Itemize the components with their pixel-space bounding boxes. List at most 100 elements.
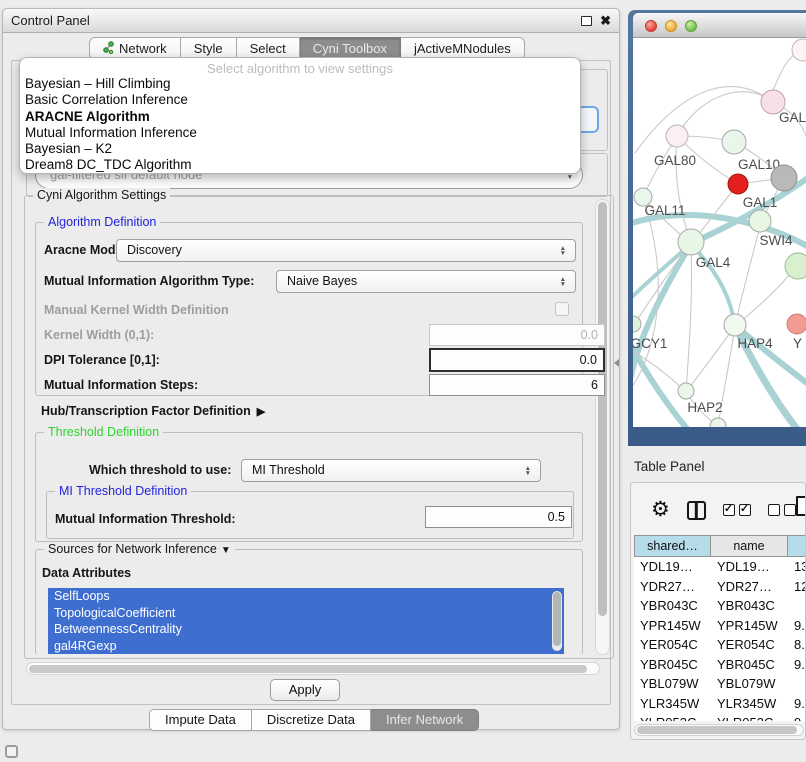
deselect-all-icon[interactable]	[768, 504, 796, 516]
network-edge[interactable]	[686, 326, 735, 392]
table-cell: YBR043C	[711, 596, 788, 616]
attribute-item[interactable]: BetweennessCentrality	[48, 621, 564, 638]
attributes-scroll-thumb[interactable]	[553, 592, 561, 646]
network-edge[interactable]	[735, 326, 806, 386]
settings-scroll-thumb[interactable]	[598, 202, 607, 616]
bottom-tab-impute-data[interactable]: Impute Data	[149, 709, 252, 731]
sources-title-text: Sources for Network Inference	[48, 542, 217, 556]
select-all-icon[interactable]	[723, 504, 751, 516]
network-edge[interactable]	[686, 244, 692, 392]
settings-horizontal-scrollbar[interactable]	[26, 662, 600, 675]
network-node[interactable]	[785, 253, 806, 279]
manual-kernel-checkbox[interactable]	[555, 302, 569, 316]
popup-item[interactable]: Mutual Information Inference	[20, 125, 580, 141]
table-row[interactable]: YDR27…YDR27…12	[634, 577, 806, 597]
network-edge[interactable]	[735, 222, 761, 326]
settings-vertical-scrollbar[interactable]	[595, 199, 610, 655]
tab-label: Network	[119, 41, 167, 56]
attribute-item[interactable]: SelfLoops	[48, 588, 564, 605]
bottom-tab-infer-network[interactable]: Infer Network	[371, 709, 479, 731]
popup-item[interactable]: Bayesian – Hill Climbing	[20, 76, 580, 92]
table-cell: YLR053C	[634, 713, 711, 721]
network-node[interactable]	[787, 314, 806, 334]
network-node[interactable]	[678, 229, 704, 255]
table-row[interactable]: YLR345WYLR345W9.	[634, 694, 806, 714]
algorithm-popup: Select algorithm to view settings Bayesi…	[19, 57, 581, 174]
node-table: shared…nameA	[634, 535, 806, 557]
table-cell: 9.	[788, 655, 806, 675]
table-column-header[interactable]: name	[711, 535, 788, 557]
network-view-window: GAL2GAL80GAL10GAL1GAL11SWI4GAL4GCY1HAP4Y…	[628, 10, 806, 446]
network-node[interactable]	[724, 314, 746, 336]
mi-threshold-field[interactable]: 0.5	[425, 506, 572, 528]
bottom-tabbar: Impute DataDiscretize DataInfer Network	[149, 709, 479, 731]
table-row[interactable]: YBR045CYBR045C9.	[634, 655, 806, 675]
panel-splitter-handle[interactable]	[614, 359, 619, 367]
network-node[interactable]	[771, 165, 797, 191]
aracne-mode-label: Aracne Mode:	[44, 243, 127, 257]
combo-spinner-icon: ▲▼	[525, 466, 531, 476]
popup-item[interactable]: ARACNE Algorithm	[20, 109, 580, 125]
collapsed-panel-icon[interactable]	[5, 745, 18, 758]
attribute-item[interactable]: gal4RGexp	[48, 638, 564, 655]
popup-item[interactable]: Basic Correlation Inference	[20, 92, 580, 108]
new-table-icon[interactable]	[796, 496, 806, 516]
mi-algorithm-type-combo[interactable]: Naive Bayes ▲▼	[276, 270, 576, 293]
minimize-traffic-icon[interactable]	[665, 20, 677, 32]
table-row[interactable]: YBR043CYBR043C	[634, 596, 806, 616]
algorithm-definition-title: Algorithm Definition	[44, 215, 160, 229]
network-edge[interactable]	[635, 87, 773, 153]
table-row[interactable]: YPR145WYPR145W9.	[634, 616, 806, 636]
table-panel: ⚙ shared…nameA YDL19…YDL19…13YDR27…YDR27…	[630, 482, 806, 740]
algorithm-popup-placeholder: Select algorithm to view settings	[20, 61, 580, 76]
zoom-traffic-icon[interactable]	[685, 20, 697, 32]
float-panel-icon[interactable]	[581, 16, 592, 26]
settings-hscroll-thumb[interactable]	[29, 665, 587, 673]
network-node[interactable]	[749, 210, 771, 232]
attribute-item[interactable]: TopologicalCoefficient	[48, 605, 564, 622]
table-cell: YLR345W	[634, 694, 711, 714]
network-node[interactable]	[678, 383, 694, 399]
aracne-mode-combo[interactable]: Discovery ▲▼	[116, 239, 576, 262]
table-cell: YDR27…	[634, 577, 711, 597]
bottom-tab-discretize-data[interactable]: Discretize Data	[252, 709, 371, 731]
hub-definition-toggle[interactable]: Hub/Transcription Factor Definition▶	[41, 404, 265, 418]
close-traffic-icon[interactable]	[645, 20, 657, 32]
network-node[interactable]	[722, 130, 746, 154]
network-node[interactable]	[666, 125, 688, 147]
close-panel-icon[interactable]: ✖	[600, 12, 611, 30]
popup-item[interactable]: Dream8 DC_TDC Algorithm	[20, 157, 580, 173]
network-edge[interactable]	[735, 266, 797, 326]
table-toolbar: ⚙	[651, 497, 796, 523]
kernel-width-field[interactable]: 0.0	[429, 324, 605, 346]
network-node[interactable]	[710, 418, 726, 427]
which-threshold-combo[interactable]: MI Threshold ▲▼	[241, 459, 541, 482]
network-canvas[interactable]: GAL2GAL80GAL10GAL1GAL11SWI4GAL4GCY1HAP4Y…	[633, 38, 806, 427]
column-layout-icon[interactable]	[687, 501, 706, 520]
network-node[interactable]	[728, 174, 748, 194]
network-window-titlebar	[633, 13, 806, 38]
table-column-header[interactable]: shared…	[634, 535, 711, 557]
table-row[interactable]: YDL19…YDL19…13	[634, 557, 806, 577]
dpi-tolerance-field[interactable]: 0.0	[429, 348, 605, 372]
gear-icon[interactable]: ⚙	[651, 498, 670, 522]
attributes-list-scrollbar[interactable]	[552, 591, 562, 651]
data-attributes-list[interactable]: SelfLoopsTopologicalCoefficientBetweenne…	[48, 588, 564, 654]
sources-group-title[interactable]: Sources for Network Inference▼	[44, 542, 235, 556]
network-node[interactable]	[633, 316, 641, 332]
network-edge[interactable]	[633, 338, 688, 427]
mi-steps-field[interactable]: 6	[429, 374, 605, 396]
table-horizontal-scrollbar[interactable]	[634, 724, 804, 736]
algorithm-definition-group: Algorithm Definition Aracne Mode: Discov…	[35, 222, 583, 396]
table-row[interactable]: YER054CYER054C8.	[634, 635, 806, 655]
table-column-header[interactable]: A	[788, 535, 806, 557]
table-hscroll-thumb[interactable]	[637, 726, 797, 734]
popup-item[interactable]: Bayesian – K2	[20, 141, 580, 157]
which-threshold-value: MI Threshold	[252, 463, 325, 477]
table-cell: 8.	[788, 635, 806, 655]
table-row[interactable]: YBL079WYBL079W	[634, 674, 806, 694]
network-node[interactable]	[792, 39, 806, 61]
apply-button[interactable]: Apply	[270, 679, 340, 701]
table-row[interactable]: YLR053CYLR053C9.	[634, 713, 806, 721]
mi-algorithm-type-value: Naive Bayes	[287, 274, 357, 288]
